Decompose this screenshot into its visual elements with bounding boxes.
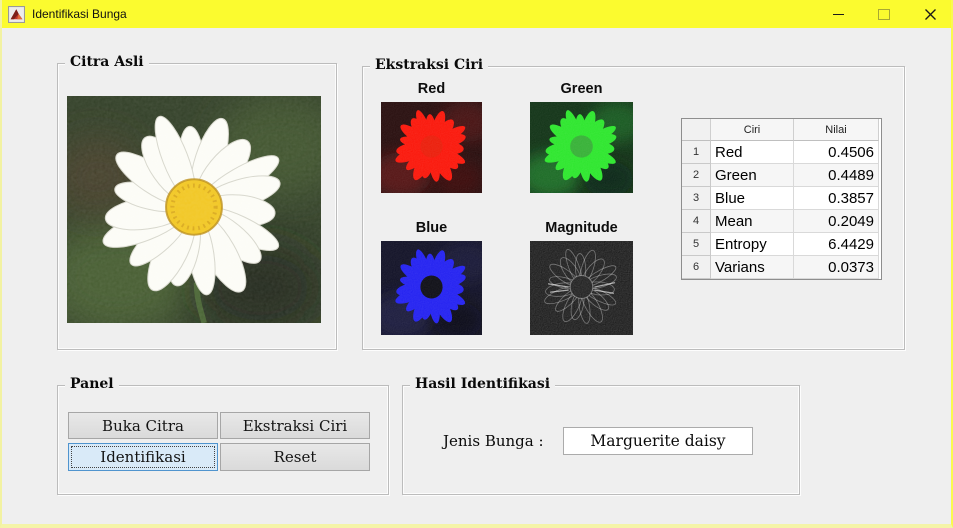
table-cell-ciri[interactable]: Varians <box>711 256 794 279</box>
table-corner-cell <box>682 119 711 141</box>
buka-citra-button[interactable]: Buka Citra <box>68 412 218 439</box>
table-header-nilai: Nilai <box>794 119 879 141</box>
close-button[interactable] <box>907 0 953 28</box>
minimize-icon <box>833 14 844 15</box>
green-channel-image <box>530 102 633 193</box>
window-title: Identifikasi Bunga <box>32 7 127 21</box>
channel-label-magnitude: Magnitude <box>530 220 633 236</box>
panel-buttons: Panel <box>57 385 389 495</box>
titlebar[interactable]: Identifikasi Bunga <box>0 0 953 28</box>
close-icon <box>924 8 937 21</box>
blue-channel-image <box>381 241 482 335</box>
table-rownum: 4 <box>682 210 711 233</box>
table-cell-nilai[interactable]: 0.0373 <box>794 256 879 279</box>
table-cell-nilai[interactable]: 0.4489 <box>794 164 879 187</box>
table-rownum: 1 <box>682 141 711 164</box>
ekstraksi-ciri-button[interactable]: Ekstraksi Ciri <box>220 412 370 439</box>
window-controls <box>815 0 953 28</box>
feature-table: Ciri Nilai 1 Red 0.4506 2 Green 0.4489 3… <box>681 118 882 280</box>
table-cell-nilai[interactable]: 6.4429 <box>794 233 879 256</box>
table-cell-nilai[interactable]: 0.3857 <box>794 187 879 210</box>
maximize-icon <box>878 9 890 20</box>
identification-result-field[interactable]: Marguerite daisy <box>563 427 753 455</box>
table-cell-ciri[interactable]: Green <box>711 164 794 187</box>
identifikasi-button[interactable]: Identifikasi <box>68 443 218 471</box>
minimize-button[interactable] <box>815 0 861 28</box>
channel-label-green: Green <box>530 81 633 97</box>
panel-hasil-identifikasi-title: Hasil Identifikasi <box>410 376 555 392</box>
table-cell-ciri[interactable]: Red <box>711 141 794 164</box>
table-cell-ciri[interactable]: Mean <box>711 210 794 233</box>
app-window: Identifikasi Bunga Citra Asli Ekstra <box>0 0 953 528</box>
panel-ekstraksi-ciri-title: Ekstraksi Ciri <box>370 57 488 73</box>
original-image <box>67 96 321 323</box>
table-cell-ciri[interactable]: Blue <box>711 187 794 210</box>
table-header-ciri: Ciri <box>711 119 794 141</box>
matlab-app-icon <box>8 6 25 23</box>
table-rownum: 3 <box>682 187 711 210</box>
maximize-button[interactable] <box>861 0 907 28</box>
red-channel-image <box>381 102 482 193</box>
table-rownum: 5 <box>682 233 711 256</box>
table-rownum: 2 <box>682 164 711 187</box>
table-rownum: 6 <box>682 256 711 279</box>
client-area: Citra Asli Ekstraksi Ciri Red Green Blue… <box>2 28 951 524</box>
magnitude-image <box>530 241 633 335</box>
table-cell-ciri[interactable]: Entropy <box>711 233 794 256</box>
channel-label-red: Red <box>381 81 482 97</box>
table-cell-nilai[interactable]: 0.4506 <box>794 141 879 164</box>
panel-buttons-title: Panel <box>65 376 119 392</box>
channel-label-blue: Blue <box>381 220 482 236</box>
jenis-bunga-label: Jenis Bunga : <box>443 432 544 450</box>
reset-button[interactable]: Reset <box>220 443 370 471</box>
table-cell-nilai[interactable]: 0.2049 <box>794 210 879 233</box>
panel-citra-asli-title: Citra Asli <box>65 54 149 70</box>
